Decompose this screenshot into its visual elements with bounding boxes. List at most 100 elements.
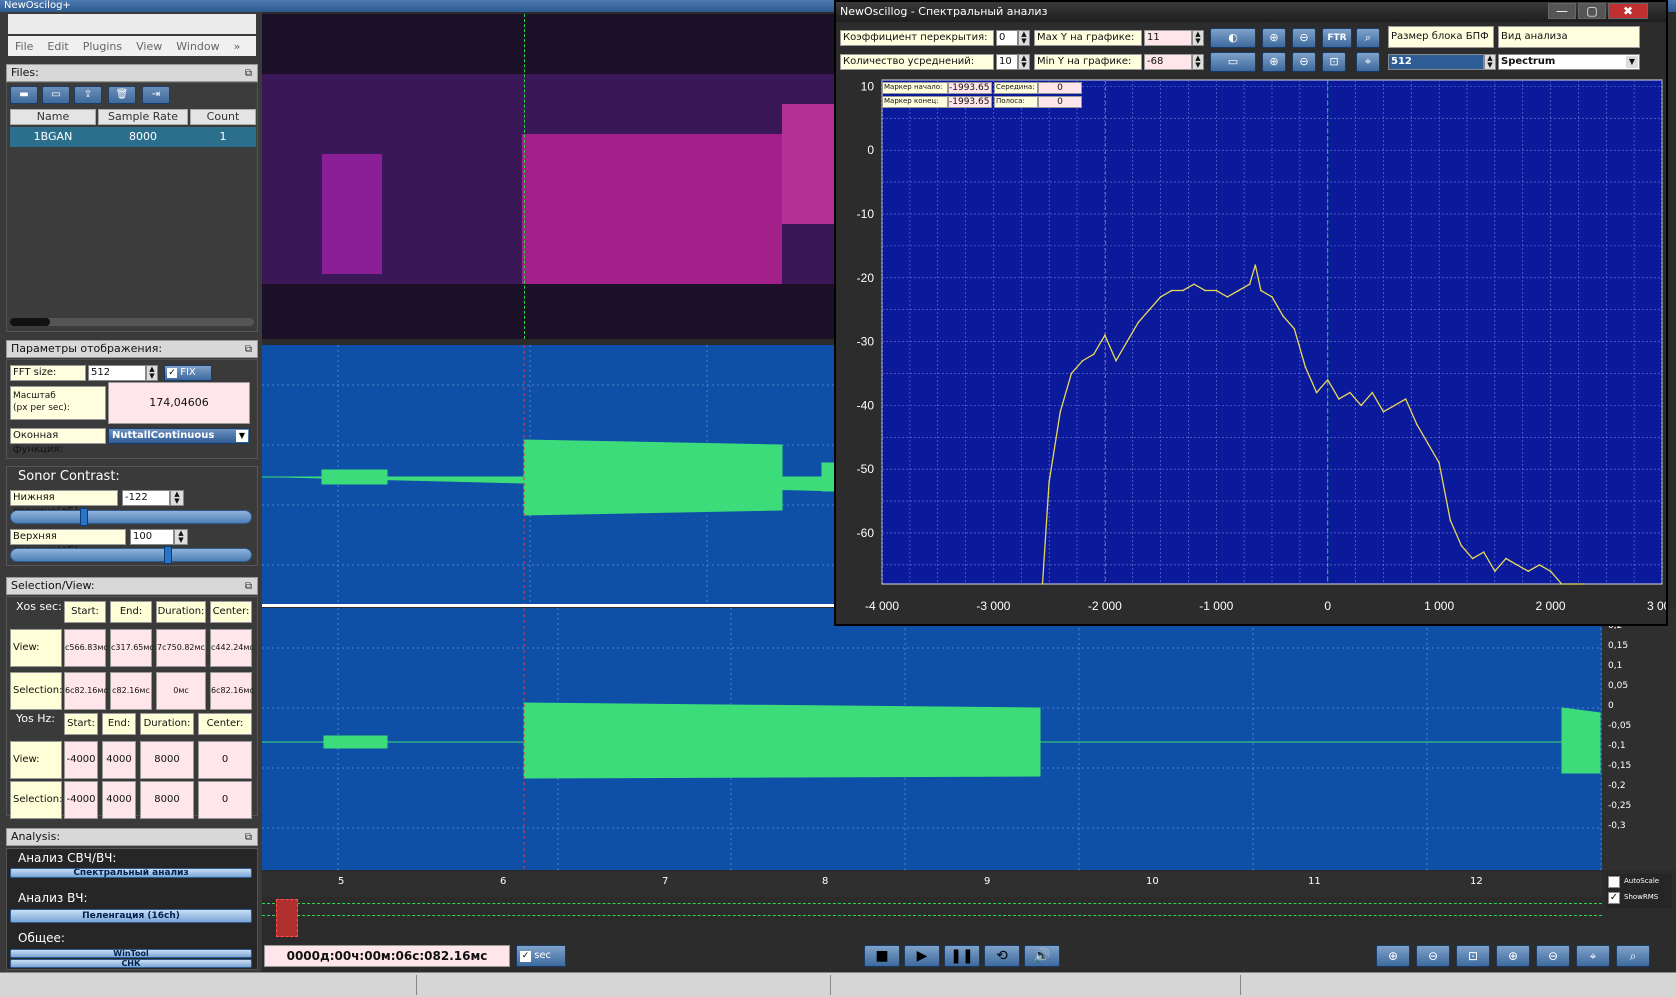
yos-sel-end[interactable]: 4000 [102, 781, 136, 819]
menu-edit[interactable]: Edit [40, 40, 75, 53]
file-chan-cell[interactable]: 1 [190, 128, 256, 146]
sonor-low-thumb[interactable] [80, 508, 88, 526]
zoom-y-in-icon[interactable]: ⊕ [1262, 52, 1286, 72]
zoom-in-icon[interactable]: ⊕ [1376, 945, 1410, 967]
zoom-selection-icon[interactable]: ⌖ [1576, 945, 1610, 967]
scrollbar-thumb[interactable] [10, 318, 50, 326]
pin-icon[interactable]: ⧉ [245, 830, 252, 846]
zoom-selection-icon[interactable]: ⌖ [1356, 52, 1380, 72]
overlap-input[interactable]: 0 [996, 30, 1018, 46]
checkbox-icon[interactable]: ✓ [167, 368, 177, 378]
yos-sel-duration[interactable]: 8000 [140, 781, 194, 819]
xos-sel-duration[interactable]: 0мс [156, 672, 206, 710]
pin-icon[interactable]: ⧉ [245, 66, 252, 82]
col-name[interactable]: Name [10, 109, 96, 125]
overview-selection[interactable] [276, 899, 298, 937]
sonor-high-thumb[interactable] [164, 546, 172, 564]
wintool-button[interactable]: WinTool [10, 949, 252, 958]
zoom-y-out-icon[interactable]: ⊖ [1536, 945, 1570, 967]
zoom-fit-icon[interactable]: ⌕ [1356, 28, 1380, 48]
yos-view-center[interactable]: 0 [198, 741, 252, 779]
sonor-low-stepper[interactable]: ▲ ▼ [170, 490, 184, 506]
maximize-icon[interactable]: ▢ [1578, 3, 1606, 19]
fft-size-input[interactable]: 512 [88, 365, 146, 381]
showrms-checkbox[interactable]: ✓ [1608, 892, 1620, 904]
pin-icon[interactable]: ⧉ [245, 579, 252, 595]
min-y-input[interactable]: -68 [1144, 54, 1192, 70]
close-file-button[interactable]: ⇥ [142, 86, 170, 104]
export-button[interactable]: ⇪ [74, 86, 102, 104]
yos-view-end[interactable]: 4000 [102, 741, 136, 779]
zoom-fit-icon[interactable]: ⊡ [1456, 945, 1490, 967]
spectral-analysis-button[interactable]: Спектральный анализ [10, 868, 252, 878]
fft-block-input[interactable]: 512 [1388, 54, 1484, 70]
close-icon[interactable]: ✖ [1608, 3, 1648, 19]
xos-sel-start[interactable]: 6c82.16мс [64, 672, 108, 710]
xos-view-end[interactable]: c317.65мс [110, 629, 154, 667]
marker-band-value[interactable]: 0 [1038, 96, 1082, 108]
sec-toggle[interactable]: ✓ sec [516, 945, 566, 967]
zoom-out-icon[interactable]: ⊖ [1416, 945, 1450, 967]
new-file-button[interactable]: ▭ [42, 86, 70, 104]
menu-overflow[interactable]: » [227, 40, 248, 53]
marker-mid-value[interactable]: 0 [1038, 82, 1082, 94]
yos-view-duration[interactable]: 8000 [140, 741, 194, 779]
sonor-high-slider[interactable] [10, 548, 252, 562]
menu-file[interactable]: File [8, 40, 40, 53]
zoom-reset-icon[interactable]: ⊡ [1322, 52, 1346, 72]
sonor-high-input[interactable]: 100 [130, 529, 174, 545]
pin-icon[interactable]: ⧉ [245, 342, 252, 358]
col-count-chan[interactable]: Count Chan [190, 109, 256, 137]
loop-icon[interactable]: ⟲ [984, 945, 1020, 967]
xos-sel-end[interactable]: c82.16мс [110, 672, 152, 710]
zoom-y-out-icon[interactable]: ⊖ [1292, 52, 1316, 72]
sonor-low-input[interactable]: -122 [122, 490, 170, 506]
pause-icon[interactable]: ❚❚ [944, 945, 980, 967]
xos-view-duration[interactable]: 7c750.82мс [156, 629, 206, 667]
menu-window[interactable]: Window [169, 40, 226, 53]
avg-stepper[interactable]: ▲ ▼ [1018, 54, 1030, 70]
fft-stepper[interactable]: ▲ ▼ [146, 365, 158, 381]
files-scrollbar[interactable] [10, 318, 254, 326]
palette-icon[interactable]: ◐ [1210, 28, 1256, 48]
yos-view-start[interactable]: -4000 [64, 741, 98, 779]
chevron-down-icon[interactable]: ▼ [236, 430, 248, 442]
snk-button[interactable]: СНК [10, 959, 252, 968]
zoom-in-icon[interactable]: ⊕ [1262, 28, 1286, 48]
yos-sel-start[interactable]: -4000 [64, 781, 98, 819]
max-y-input[interactable]: 11 [1144, 30, 1192, 46]
overview-strip[interactable] [262, 897, 1602, 939]
direction-finding-button[interactable]: Пеленгация (16ch) [10, 909, 252, 923]
delete-button[interactable]: 🗑 [108, 86, 136, 104]
autoscale-checkbox[interactable] [1608, 876, 1620, 888]
spectrum-chart[interactable]: -4 000 -3 000 -2 000 -1 000 0 1 000 2 000 3 000… [836, 74, 1666, 624]
play-icon[interactable]: ▶ [904, 945, 940, 967]
spectrogram-view[interactable] [262, 14, 834, 339]
zoom-all-icon[interactable]: ⌕ [1616, 945, 1650, 967]
checkbox-icon[interactable]: ✓ [520, 951, 531, 962]
minimize-icon[interactable]: — [1548, 3, 1576, 19]
yos-sel-center[interactable]: 0 [198, 781, 252, 819]
print-icon[interactable]: ▭ [1210, 52, 1256, 72]
file-rate-cell[interactable]: 8000 [98, 128, 188, 146]
zoom-out-icon[interactable]: ⊖ [1292, 28, 1316, 48]
open-folder-button[interactable]: ▬ [10, 86, 38, 104]
sonor-low-slider[interactable] [10, 510, 252, 524]
menu-view[interactable]: View [129, 40, 169, 53]
waveform-channel-2[interactable] [262, 608, 1602, 870]
min-y-stepper[interactable]: ▲ ▼ [1192, 54, 1204, 70]
volume-icon[interactable]: 🔊 [1024, 945, 1060, 967]
overlap-stepper[interactable]: ▲ ▼ [1018, 30, 1030, 46]
max-y-stepper[interactable]: ▲ ▼ [1192, 30, 1204, 46]
fft-block-stepper[interactable]: ▲ ▼ [1484, 54, 1496, 70]
sonor-high-stepper[interactable]: ▲ ▼ [174, 529, 188, 545]
zoom-y-in-icon[interactable]: ⊕ [1496, 945, 1530, 967]
ftr-button[interactable]: FTR [1322, 28, 1352, 48]
spectrum-window-titlebar[interactable]: NewOscillog - Спектральный анализ [836, 2, 1666, 22]
xos-view-start[interactable]: c566.83мс [64, 629, 108, 667]
marker-end-value[interactable]: -1993.65 [948, 96, 992, 108]
fix-toggle[interactable]: ✓ FIX [164, 365, 212, 381]
analysis-kind-select[interactable]: Spectrum ▼ [1498, 54, 1640, 70]
window-func-select[interactable]: NuttallContinuous ▼ [108, 428, 250, 444]
col-sample-rate[interactable]: Sample Rate [98, 109, 188, 125]
